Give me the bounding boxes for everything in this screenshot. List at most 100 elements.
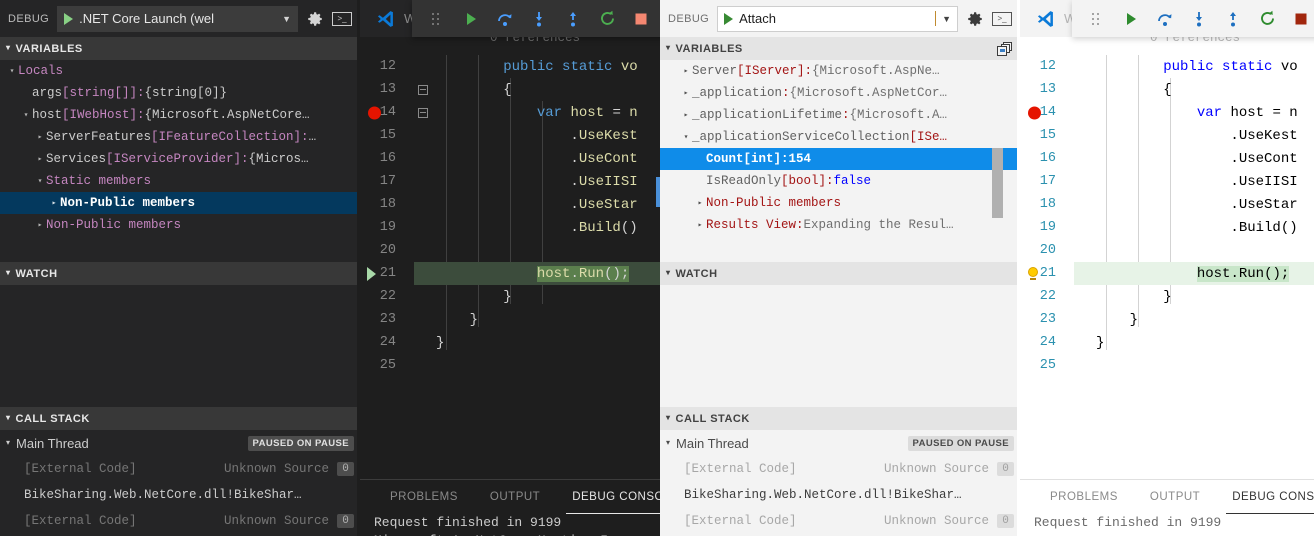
variables-section-header[interactable]: VARIABLES (660, 37, 1020, 60)
chevron-right-icon[interactable]: ▸ (680, 110, 692, 120)
callstack-frame-row[interactable]: [External Code] Unknown Source 0 (660, 508, 1020, 534)
watch-section-header[interactable]: WATCH (660, 262, 1020, 285)
code-line[interactable]: 17 .UseIISI (1020, 170, 1314, 193)
code-line[interactable]: 25 (360, 354, 660, 377)
code-line[interactable]: 17 .UseIISI (360, 170, 660, 193)
code-line[interactable]: 18 .UseStar (1020, 193, 1314, 216)
start-debug-icon[interactable] (64, 12, 74, 25)
variable-row[interactable]: ▸ Non-Public members (0, 214, 360, 236)
code-line[interactable]: 15 .UseKest (1020, 124, 1314, 147)
code-line[interactable]: 24} (1020, 331, 1314, 354)
code-area-light[interactable]: 0 references 12 public static vo 13 {14 v… (1020, 37, 1314, 536)
chevron-down-icon[interactable] (6, 438, 10, 447)
panel-tab-debug-consol[interactable]: DEBUG CONSOL (556, 480, 660, 514)
stop-icon[interactable] (624, 0, 658, 37)
code-area-dark[interactable]: 0 references 12 public static vo 13 {14 v… (360, 37, 660, 536)
chevron-down-icon[interactable] (666, 43, 671, 52)
code-line[interactable]: 15 .UseKest (360, 124, 660, 147)
code-line[interactable]: 22 } (360, 285, 660, 308)
code-line[interactable]: 23 } (1020, 308, 1314, 331)
variable-row[interactable]: ▸ Non-Public members (660, 192, 1020, 214)
fold-toggle-icon[interactable] (414, 107, 432, 118)
code-line[interactable]: 16 .UseCont (1020, 147, 1314, 170)
watch-section-header[interactable]: WATCH (0, 262, 360, 285)
variable-row[interactable]: ▾ Static members (0, 170, 360, 192)
panel-tabs-dark[interactable]: PROBLEMSOUTPUTDEBUG CONSOL (360, 480, 660, 514)
variables-scrollbar[interactable] (992, 148, 1003, 218)
callstack-section-header[interactable]: CALL STACK (0, 407, 360, 430)
panel-tab-debug-conso[interactable]: DEBUG CONSO (1216, 480, 1314, 514)
gear-icon[interactable] (966, 10, 984, 28)
callstack-thread-row[interactable]: Main Thread PAUSED ON PAUSE (660, 430, 1020, 456)
chevron-down-icon[interactable] (6, 268, 11, 277)
code-line[interactable]: 19 .Build() (1020, 216, 1314, 239)
variables-tree-dark[interactable]: ▾ Locals args [string[]]: {string[0]} ▾ host… (0, 60, 360, 236)
panel-tab-problems[interactable]: PROBLEMS (1034, 480, 1134, 514)
chevron-right-icon[interactable]: ▸ (34, 132, 46, 142)
drag-handle-icon[interactable] (1080, 0, 1114, 37)
chevron-right-icon[interactable]: ▸ (694, 220, 706, 230)
variable-row[interactable]: ▸ Server [IServer]: {Microsoft.AspNe… (660, 60, 1020, 82)
restart-icon[interactable] (1250, 0, 1284, 37)
step-out-icon[interactable] (1216, 0, 1250, 37)
code-line[interactable]: 21 host.Run(); (360, 262, 660, 285)
chevron-right-icon[interactable]: ▸ (48, 198, 60, 208)
panel-tab-output[interactable]: OUTPUT (474, 480, 556, 514)
callstack-frame-row[interactable]: BikeSharing.Web.NetCore.dll!BikeShar… (0, 482, 360, 508)
chevron-down-icon[interactable]: ▾ (680, 132, 692, 142)
chevron-down-icon[interactable]: ▾ (6, 66, 18, 76)
breakpoint-icon[interactable] (368, 106, 381, 119)
variable-row[interactable]: ▾ host [IWebHost]: {Microsoft.AspNetCore… (0, 104, 360, 126)
step-into-icon[interactable] (522, 0, 556, 37)
variable-row[interactable]: ▸ Services [IServiceProvider]: {Micros… (0, 148, 360, 170)
chevron-down-icon[interactable] (666, 413, 671, 422)
step-over-icon[interactable] (488, 0, 522, 37)
variable-row[interactable]: ▾ _applicationServiceCollection [ISe… (660, 126, 1020, 148)
callstack-section-header[interactable]: CALL STACK (660, 407, 1020, 430)
callstack-list-light[interactable]: Main Thread PAUSED ON PAUSE [External Co… (660, 430, 1020, 534)
variable-row[interactable]: args [string[]]: {string[0]} (0, 82, 360, 104)
chevron-down-icon[interactable] (6, 43, 11, 52)
callstack-frame-row[interactable]: [External Code] Unknown Source 0 (0, 456, 360, 482)
chevron-down-icon[interactable]: ▼ (282, 14, 293, 24)
code-line[interactable]: 24} (360, 331, 660, 354)
step-out-icon[interactable] (556, 0, 590, 37)
variable-row[interactable]: ▸ _application: {Microsoft.AspNetCor… (660, 82, 1020, 104)
drag-handle-icon[interactable] (420, 0, 454, 37)
callstack-frame-row[interactable]: BikeSharing.Web.NetCore.dll!BikeShar… (660, 482, 1020, 508)
floating-debug-toolbar-light[interactable] (1072, 0, 1314, 37)
variable-row[interactable]: ▸ _applicationLifetime: {Microsoft.A… (660, 104, 1020, 126)
open-console-icon[interactable]: >_ (992, 11, 1012, 26)
variable-row[interactable]: ▾ Locals (0, 60, 360, 82)
variable-row[interactable]: ▸ Non-Public members (0, 192, 360, 214)
code-line[interactable]: 13 { (360, 78, 660, 101)
gear-icon[interactable] (306, 10, 324, 28)
callstack-list-dark[interactable]: Main Thread PAUSED ON PAUSE [External Co… (0, 430, 360, 534)
code-line[interactable]: 13 { (1020, 78, 1314, 101)
code-line[interactable]: 23 } (360, 308, 660, 331)
chevron-down-icon[interactable]: ▾ (34, 176, 46, 186)
debug-config-dropdown[interactable]: .NET Core Launch (wel ▼ (57, 5, 298, 32)
fold-toggle-icon[interactable] (414, 84, 432, 95)
chevron-right-icon[interactable]: ▸ (34, 220, 46, 230)
panel-tab-output[interactable]: OUTPUT (1134, 480, 1216, 514)
callstack-frame-row[interactable]: [External Code] Unknown Source 0 (660, 456, 1020, 482)
chevron-down-icon[interactable] (6, 413, 11, 422)
code-line[interactable]: 14 var host = n (1020, 101, 1314, 124)
callstack-frame-row[interactable]: [External Code] Unknown Source 0 (0, 508, 360, 534)
variable-row[interactable]: Count [int]: 154 (660, 148, 1020, 170)
open-console-icon[interactable]: >_ (332, 11, 352, 26)
code-line[interactable]: 12 public static vo (1020, 55, 1314, 78)
code-line[interactable]: 12 public static vo (360, 55, 660, 78)
chevron-right-icon[interactable]: ▸ (680, 88, 692, 98)
panel-tab-problems[interactable]: PROBLEMS (374, 480, 474, 514)
chevron-right-icon[interactable]: ▸ (680, 66, 692, 76)
chevron-down-icon[interactable] (666, 268, 671, 277)
breakpoint-icon[interactable] (1028, 106, 1041, 119)
lightbulb-icon[interactable] (1027, 266, 1039, 281)
code-line[interactable]: 20 (360, 239, 660, 262)
chevron-down-icon[interactable] (666, 438, 670, 447)
chevron-down-icon[interactable]: ▼ (942, 14, 953, 24)
variable-row[interactable]: ▸ ServerFeatures [IFeatureCollection]:… (0, 126, 360, 148)
chevron-right-icon[interactable]: ▸ (34, 154, 46, 164)
